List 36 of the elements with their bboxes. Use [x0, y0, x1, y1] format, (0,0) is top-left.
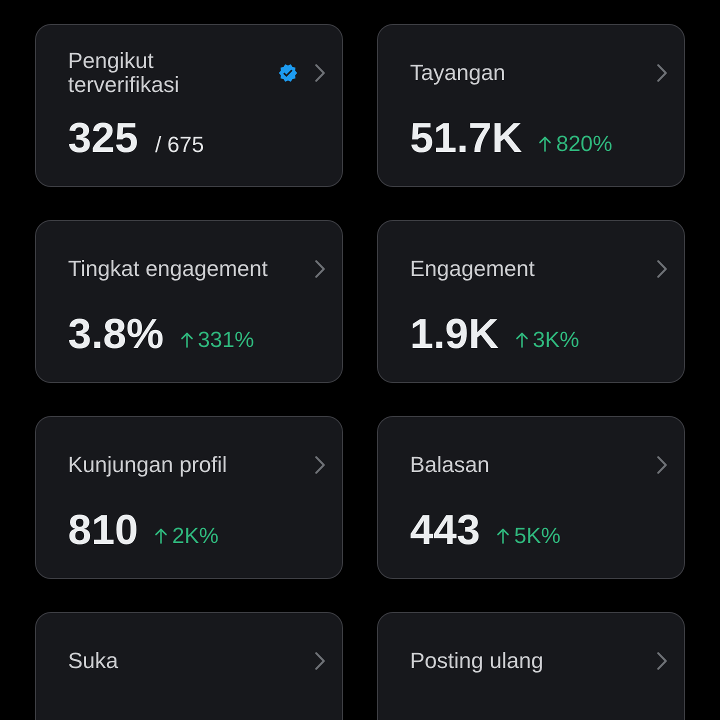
stat-label: Kunjungan profil [68, 453, 228, 477]
chevron-right-icon [657, 456, 667, 474]
stat-card[interactable]: Suka [35, 612, 343, 720]
change-percent: 820% [556, 130, 612, 158]
stat-label: Tingkat engagement [68, 257, 269, 281]
stat-label: Tayangan [410, 61, 506, 85]
stat-card[interactable]: Kunjungan profil 810 2K% [35, 416, 343, 579]
change-percent: 3K% [532, 326, 580, 354]
change-percent: 5K% [514, 522, 561, 550]
stat-value: 51.7K [410, 114, 522, 162]
stat-label: Engagement [410, 257, 536, 281]
stat-card[interactable]: Pengikut terverifikasi 325 / 675 [35, 24, 343, 187]
chevron-right-icon [315, 260, 325, 278]
stat-value: 3.8% [68, 310, 164, 358]
stat-value: 810 [68, 506, 138, 554]
chevron-right-icon [657, 652, 667, 670]
stat-label: Suka [68, 649, 120, 673]
change-percent: 331% [198, 326, 254, 354]
chevron-right-icon [315, 652, 325, 670]
stat-card[interactable]: Posting ulang [377, 612, 685, 720]
stat-value: 443 [410, 506, 480, 554]
stat-label: Posting ulang [410, 649, 544, 673]
stat-label: Balasan [410, 453, 491, 477]
chevron-right-icon [315, 64, 325, 82]
chevron-right-icon [657, 64, 667, 82]
stat-card[interactable]: Tayangan 51.7K 820% [377, 24, 685, 187]
stat-card[interactable]: Balasan 443 5K% [377, 416, 685, 579]
stat-value: 325 [68, 114, 138, 162]
chevron-right-icon [315, 456, 325, 474]
stat-card[interactable]: Engagement 1.9K 3K% [377, 220, 685, 383]
stat-card[interactable]: Tingkat engagement 3.8% 331% [35, 220, 343, 383]
chevron-right-icon [657, 260, 667, 278]
stat-label: Pengikut terverifikasi [68, 49, 180, 97]
change-percent: 2K% [172, 522, 219, 550]
stat-value: 1.9K [410, 310, 499, 358]
stat-total: / 675 [155, 131, 204, 159]
